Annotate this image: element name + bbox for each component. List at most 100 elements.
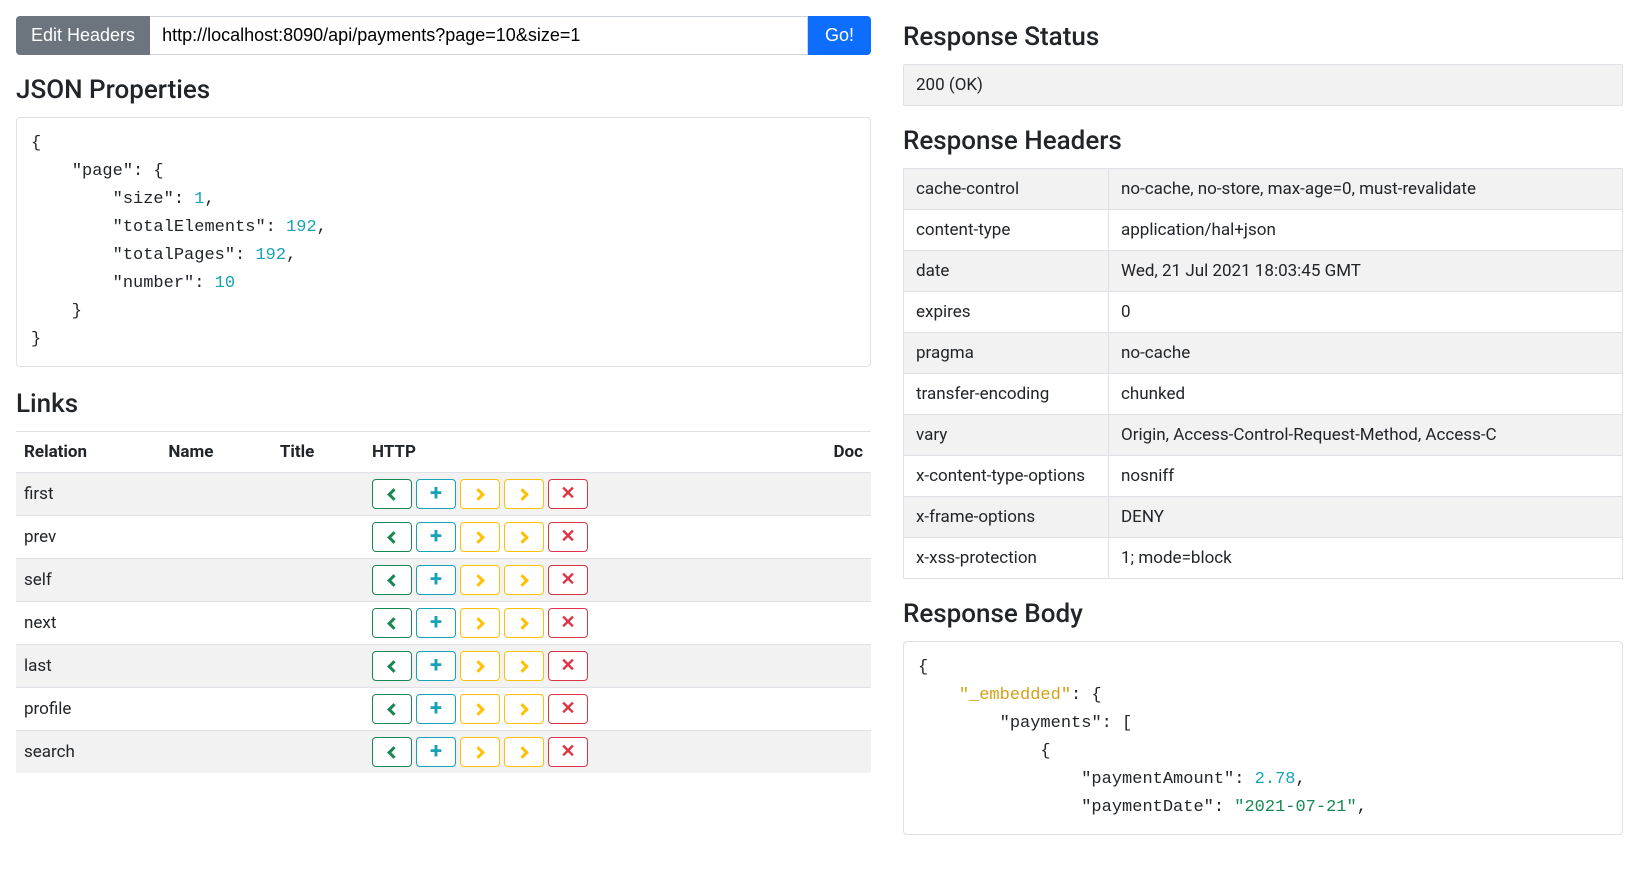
chevron-right-icon	[516, 660, 529, 673]
go-button[interactable]: Go!	[808, 16, 871, 55]
patch-button[interactable]	[504, 651, 544, 681]
delete-button[interactable]: ✕	[548, 565, 588, 595]
put-button[interactable]	[460, 565, 500, 595]
get-button[interactable]	[372, 479, 412, 509]
header-name: x-content-type-options	[904, 456, 1109, 497]
link-doc	[788, 688, 871, 731]
post-button[interactable]: +	[416, 651, 456, 681]
header-name: transfer-encoding	[904, 374, 1109, 415]
close-icon: ✕	[560, 614, 575, 632]
chevron-right-icon	[472, 574, 485, 587]
put-button[interactable]	[460, 737, 500, 767]
patch-button[interactable]	[504, 608, 544, 638]
table-row: x-frame-options DENY	[904, 497, 1623, 538]
links-col-relation: Relation	[16, 432, 160, 473]
patch-button[interactable]	[504, 737, 544, 767]
post-button[interactable]: +	[416, 608, 456, 638]
table-row: search + ✕	[16, 731, 871, 774]
table-row: profile + ✕	[16, 688, 871, 731]
delete-button[interactable]: ✕	[548, 737, 588, 767]
table-row: pragma no-cache	[904, 333, 1623, 374]
response-body-heading: Response Body	[903, 599, 1623, 629]
chevron-left-icon	[387, 488, 400, 501]
json-properties-box: { "page": { "size": 1, "totalElements": …	[16, 117, 871, 367]
table-row: vary Origin, Access-Control-Request-Meth…	[904, 415, 1623, 456]
header-name: expires	[904, 292, 1109, 333]
post-button[interactable]: +	[416, 565, 456, 595]
patch-button[interactable]	[504, 479, 544, 509]
links-heading: Links	[16, 389, 871, 419]
header-name: content-type	[904, 210, 1109, 251]
post-button[interactable]: +	[416, 694, 456, 724]
get-button[interactable]	[372, 608, 412, 638]
url-input[interactable]	[150, 16, 808, 55]
close-icon: ✕	[560, 657, 575, 675]
plus-icon: +	[430, 612, 442, 634]
link-name	[160, 559, 271, 602]
delete-button[interactable]: ✕	[548, 479, 588, 509]
get-button[interactable]	[372, 651, 412, 681]
table-row: content-type application/hal+json	[904, 210, 1623, 251]
delete-button[interactable]: ✕	[548, 651, 588, 681]
header-name: date	[904, 251, 1109, 292]
link-title	[272, 645, 364, 688]
link-doc	[788, 645, 871, 688]
plus-icon: +	[430, 698, 442, 720]
put-button[interactable]	[460, 479, 500, 509]
put-button[interactable]	[460, 522, 500, 552]
patch-button[interactable]	[504, 565, 544, 595]
edit-headers-button[interactable]: Edit Headers	[16, 16, 150, 55]
links-col-http: HTTP	[364, 432, 788, 473]
delete-button[interactable]: ✕	[548, 608, 588, 638]
chevron-right-icon	[516, 574, 529, 587]
chevron-right-icon	[516, 746, 529, 759]
table-row: transfer-encoding chunked	[904, 374, 1623, 415]
post-button[interactable]: +	[416, 737, 456, 767]
header-name: vary	[904, 415, 1109, 456]
link-relation: search	[16, 731, 160, 774]
link-title	[272, 731, 364, 774]
link-relation: first	[16, 473, 160, 516]
get-button[interactable]	[372, 565, 412, 595]
put-button[interactable]	[460, 651, 500, 681]
delete-button[interactable]: ✕	[548, 694, 588, 724]
get-button[interactable]	[372, 522, 412, 552]
patch-button[interactable]	[504, 694, 544, 724]
header-value: chunked	[1109, 374, 1623, 415]
chevron-left-icon	[387, 574, 400, 587]
header-value: 0	[1109, 292, 1623, 333]
response-headers-table: cache-control no-cache, no-store, max-ag…	[903, 168, 1623, 579]
table-row: x-content-type-options nosniff	[904, 456, 1623, 497]
header-value: nosniff	[1109, 456, 1623, 497]
delete-button[interactable]: ✕	[548, 522, 588, 552]
chevron-right-icon	[516, 617, 529, 630]
link-doc	[788, 602, 871, 645]
link-relation: self	[16, 559, 160, 602]
get-button[interactable]	[372, 737, 412, 767]
chevron-right-icon	[472, 746, 485, 759]
put-button[interactable]	[460, 694, 500, 724]
links-col-doc: Doc	[788, 432, 871, 473]
post-button[interactable]: +	[416, 522, 456, 552]
patch-button[interactable]	[504, 522, 544, 552]
get-button[interactable]	[372, 694, 412, 724]
header-name: pragma	[904, 333, 1109, 374]
header-name: x-frame-options	[904, 497, 1109, 538]
post-button[interactable]: +	[416, 479, 456, 509]
link-name	[160, 731, 271, 774]
header-value: Origin, Access-Control-Request-Method, A…	[1109, 415, 1623, 456]
table-row: x-xss-protection 1; mode=block	[904, 538, 1623, 579]
put-button[interactable]	[460, 608, 500, 638]
plus-icon: +	[430, 526, 442, 548]
link-relation: prev	[16, 516, 160, 559]
link-relation: last	[16, 645, 160, 688]
links-col-title: Title	[272, 432, 364, 473]
link-name	[160, 602, 271, 645]
link-name	[160, 473, 271, 516]
chevron-left-icon	[387, 660, 400, 673]
chevron-left-icon	[387, 703, 400, 716]
chevron-left-icon	[387, 617, 400, 630]
table-row: next + ✕	[16, 602, 871, 645]
link-relation: next	[16, 602, 160, 645]
close-icon: ✕	[560, 743, 575, 761]
